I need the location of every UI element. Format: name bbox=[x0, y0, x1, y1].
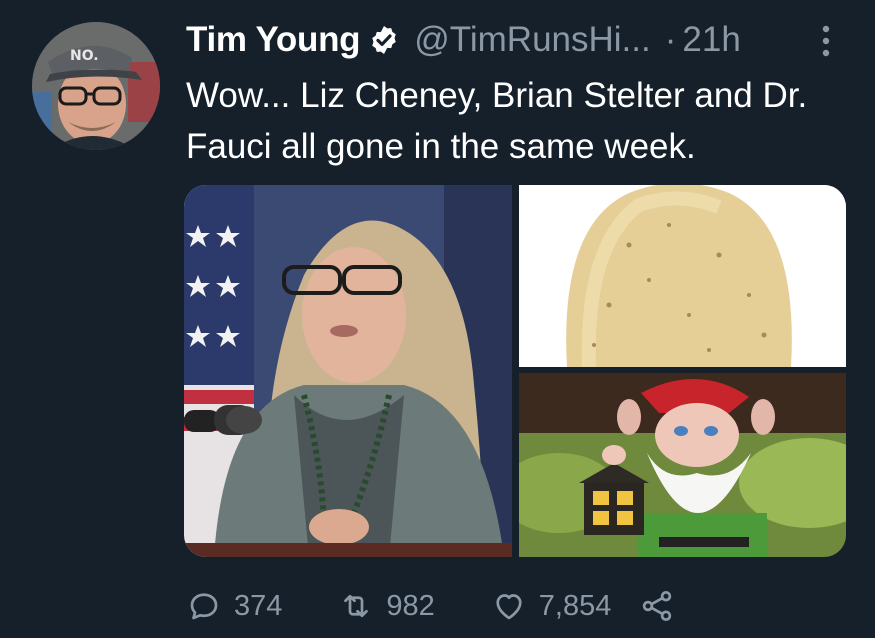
garden-gnome-photo[interactable] bbox=[519, 373, 846, 557]
avatar-hat-text: NO. bbox=[70, 48, 99, 64]
author-avatar[interactable]: NO. bbox=[32, 22, 160, 150]
tweet-timestamp[interactable]: 21h bbox=[682, 20, 740, 60]
avatar-image: NO. bbox=[32, 22, 160, 150]
media-grid bbox=[184, 185, 846, 557]
reply-icon bbox=[190, 593, 218, 620]
retweet-count: 982 bbox=[386, 589, 435, 622]
retweet-icon bbox=[344, 594, 369, 618]
author-name[interactable]: Tim Young bbox=[186, 20, 361, 60]
share-icon bbox=[643, 591, 672, 621]
like-button[interactable]: 7,854 bbox=[491, 588, 612, 624]
like-count: 7,854 bbox=[538, 589, 612, 622]
tweet-text: Wow... Liz Cheney, Brian Stelter and Dr.… bbox=[186, 76, 808, 166]
tweet-header: Tim Young @TimRunsHi... · 21h bbox=[186, 14, 741, 66]
retweet-button[interactable]: 982 bbox=[338, 588, 435, 624]
separator-dot: · bbox=[664, 20, 677, 59]
tweet-action-bar: 374 982 7,854 bbox=[186, 582, 675, 630]
reply-button[interactable]: 374 bbox=[186, 588, 282, 624]
verified-badge-icon bbox=[372, 26, 396, 54]
reply-count: 374 bbox=[234, 589, 283, 622]
potato-photo[interactable] bbox=[519, 185, 846, 367]
like-icon bbox=[496, 594, 522, 620]
person-at-podium-photo[interactable] bbox=[184, 185, 512, 557]
more-options-icon[interactable] bbox=[818, 24, 834, 58]
share-button[interactable] bbox=[639, 588, 675, 624]
author-handle[interactable]: @TimRunsHi... bbox=[414, 20, 650, 60]
